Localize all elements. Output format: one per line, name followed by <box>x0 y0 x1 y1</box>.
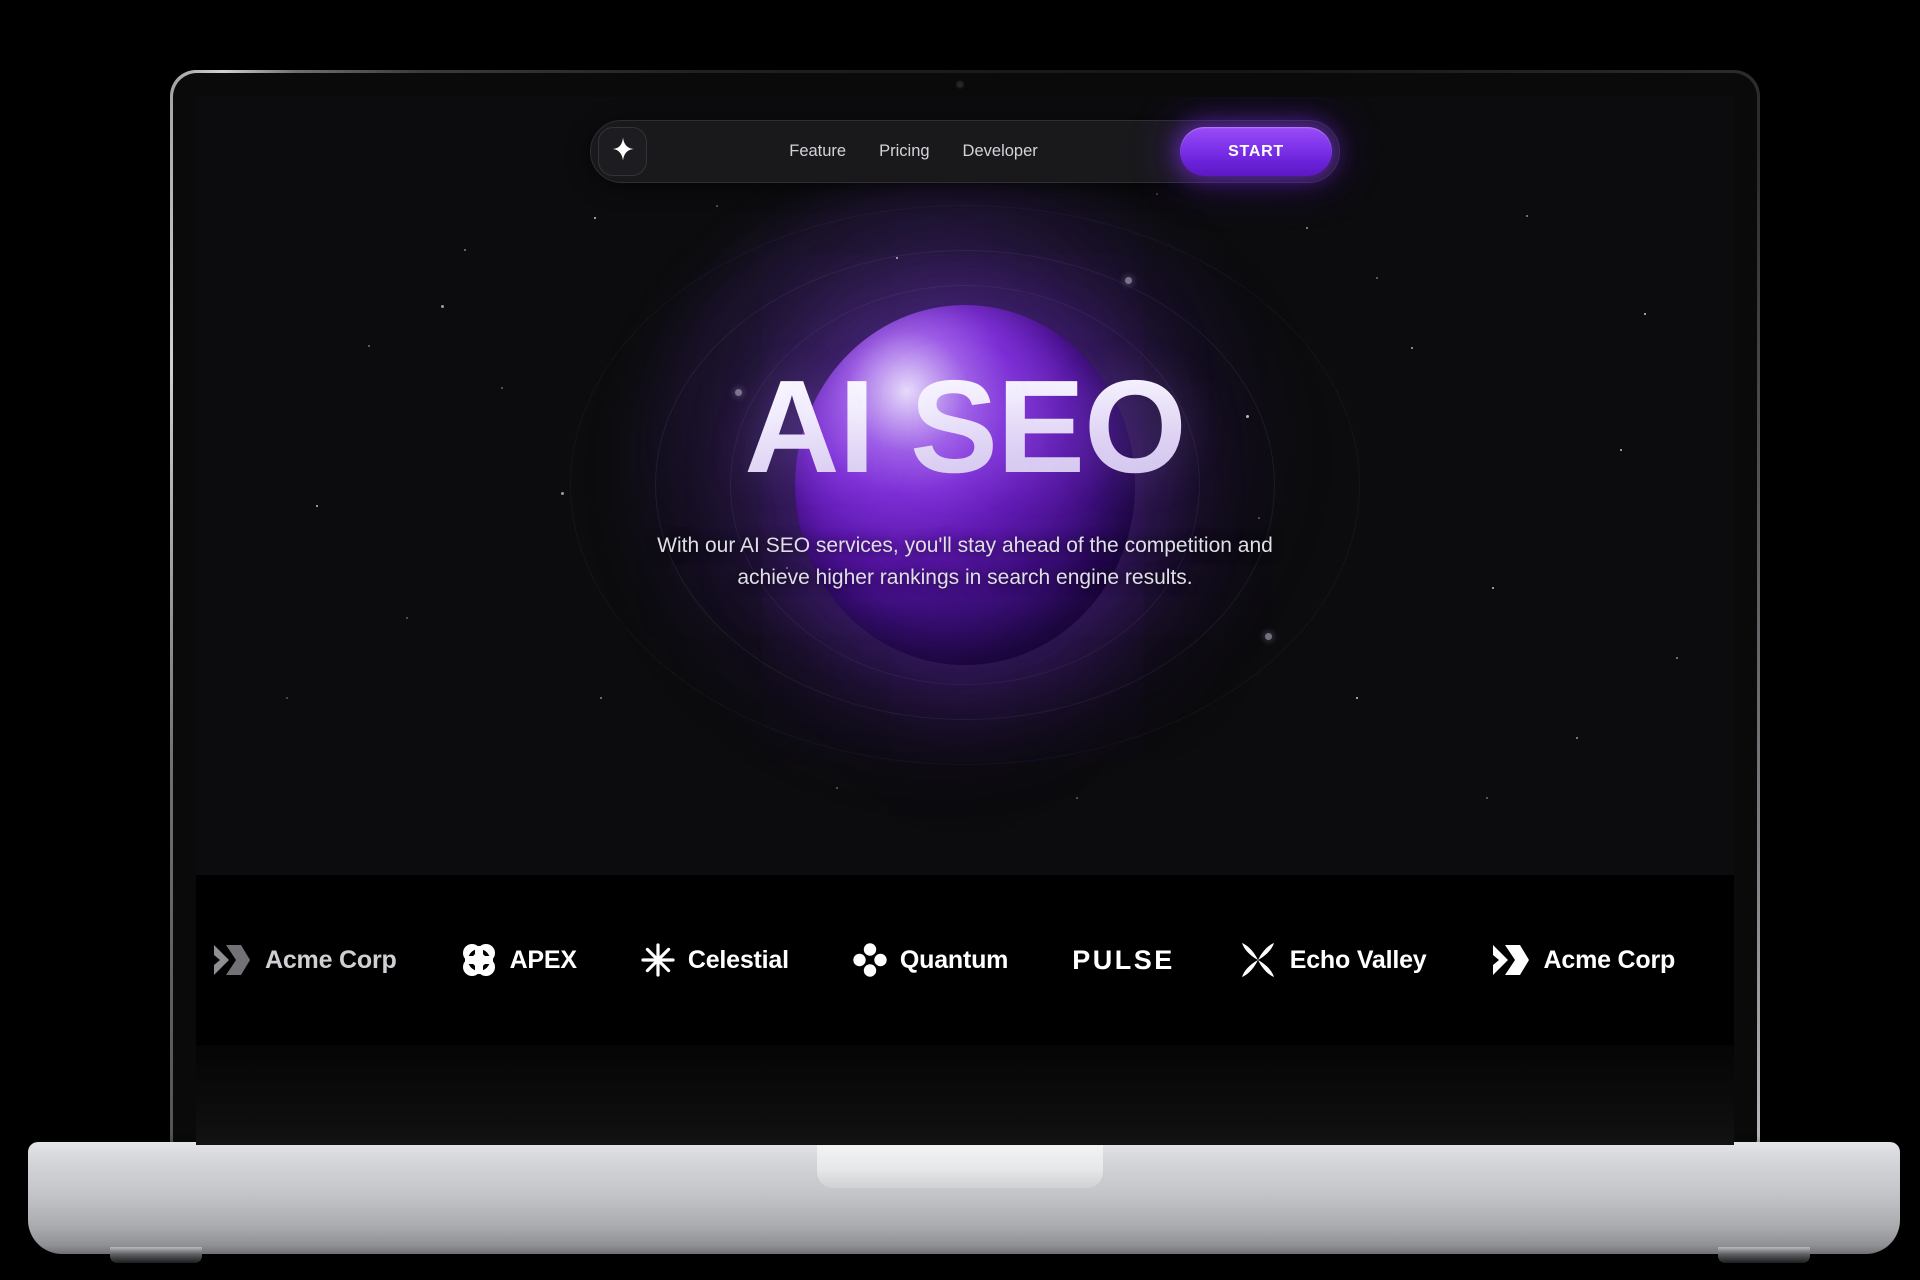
double-chevron-icon <box>1491 943 1531 977</box>
browser-viewport: AI SEO With our AI SEO services, you'll … <box>196 97 1734 1045</box>
butterfly-x-icon <box>1239 941 1277 979</box>
laptop-foot <box>1718 1247 1810 1263</box>
laptop-base-notch <box>817 1142 1103 1188</box>
four-circle-cluster-icon <box>853 943 887 977</box>
logo-marquee-track: Acme Corp APEX Celestial Quantum PULSE E… <box>196 941 1734 979</box>
brand-name: Echo Valley <box>1290 946 1427 975</box>
page-title: AI SEO <box>744 360 1185 495</box>
brand-name: PULSE <box>1072 945 1175 976</box>
brand-logo-item: Celestial <box>641 943 789 977</box>
hero-copy-block: AI SEO With our AI SEO services, you'll … <box>196 97 1734 875</box>
brand-logo-item: PULSE <box>1072 945 1175 976</box>
brand-logo-button[interactable] <box>598 127 647 176</box>
brand-logo-item: APEX <box>461 942 577 978</box>
brand-logo-item: Acme Corp <box>212 943 397 977</box>
brand-name: Quantum <box>900 946 1008 975</box>
nav-link-pricing[interactable]: Pricing <box>879 142 929 161</box>
brand-name: Celestial <box>688 946 789 975</box>
eight-point-star-icon <box>641 943 675 977</box>
start-button[interactable]: START <box>1180 127 1332 176</box>
clover-x-icon <box>461 942 497 978</box>
laptop-foot <box>110 1247 202 1263</box>
nav-link-developer[interactable]: Developer <box>963 142 1038 161</box>
brand-name: APEX <box>510 946 577 975</box>
nav-links: Feature Pricing Developer <box>647 142 1180 161</box>
laptop-notch <box>887 73 1033 95</box>
laptop-mockup: AI SEO With our AI SEO services, you'll … <box>0 0 1920 1280</box>
hero-subtitle: With our AI SEO services, you'll stay ah… <box>645 530 1285 594</box>
logo-marquee-section: Acme Corp APEX Celestial Quantum PULSE E… <box>196 875 1734 1045</box>
laptop-hinge <box>196 1045 1734 1145</box>
brand-name: Acme Corp <box>265 946 397 975</box>
nav-link-feature[interactable]: Feature <box>789 142 846 161</box>
brand-logo-item: Acme Corp <box>1491 943 1676 977</box>
sparkle-star-icon <box>610 136 636 167</box>
brand-name: Acme Corp <box>1544 946 1676 975</box>
double-chevron-icon <box>212 943 252 977</box>
navbar: Feature Pricing Developer START <box>590 120 1340 183</box>
brand-logo-item: Quantum <box>853 943 1008 977</box>
camera-dot-icon <box>958 82 963 87</box>
brand-logo-item: Echo Valley <box>1239 941 1427 979</box>
hero-section: AI SEO With our AI SEO services, you'll … <box>196 97 1734 875</box>
